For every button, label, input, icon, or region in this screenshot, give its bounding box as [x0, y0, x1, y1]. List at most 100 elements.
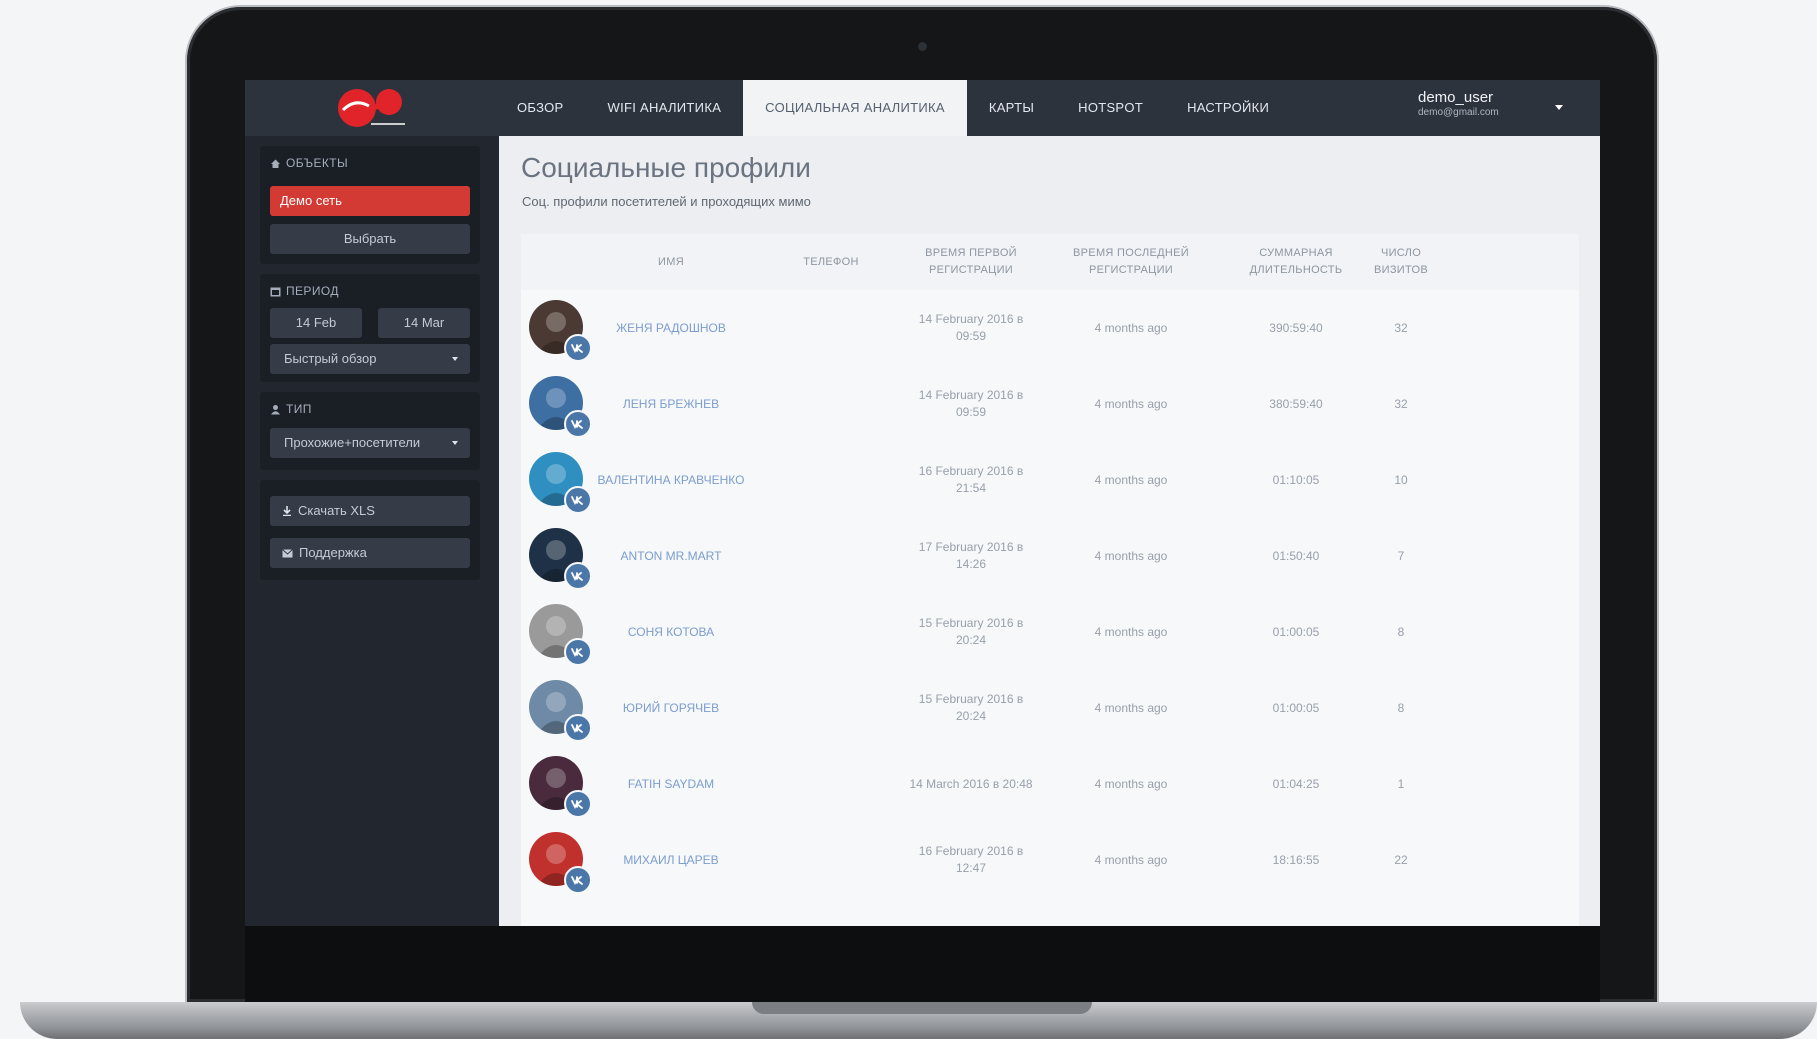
profile-name-link[interactable]: ЛЕНЯ БРЕЖНЕВ [591, 366, 751, 442]
header-visit-count[interactable]: ЧИСЛО ВИЗИТОВ [1351, 234, 1451, 290]
quick-view-label: Быстрый обзор [284, 351, 377, 366]
profile-name-link[interactable]: СОНЯ КОТОВА [591, 594, 751, 670]
quick-view-select[interactable]: Быстрый обзор [270, 344, 470, 374]
top-navbar: ОБЗОР WIFI АНАЛИТИКА СОЦИАЛЬНАЯ АНАЛИТИК… [245, 80, 1600, 136]
profile-visit-count: 32 [1394, 396, 1408, 411]
header-total-duration[interactable]: СУММАРНАЯ ДЛИТЕЛЬНОСТЬ [1221, 234, 1371, 290]
profile-name-link[interactable]: ВАЛЕНТИНА КРАВЧЕНКО [591, 442, 751, 518]
user-name: demo_user [1418, 89, 1494, 106]
profile-visit-count: 10 [1394, 472, 1408, 487]
mail-icon [282, 548, 293, 557]
vk-icon[interactable] [564, 638, 592, 666]
select-button[interactable]: Выбрать [270, 224, 470, 254]
table-row[interactable]: ЖЕНЯ РАДОШНОВ 14 February 2016 в 09:59 4 mo… [521, 290, 1579, 366]
profile-name-link[interactable]: ЮРИЙ ГОРЯЧЕВ [591, 670, 751, 746]
profile-first-registration: 14 February 2016 в 09:59 [918, 312, 1024, 343]
profile-name-link[interactable]: FATIH SAYDAM [591, 746, 751, 822]
objects-title: ОБЪЕКТЫ [286, 156, 349, 170]
profile-phone [771, 518, 891, 594]
profile-first-registration: 14 February 2016 в 09:59 [918, 388, 1024, 419]
profile-name-link[interactable]: ЖЕНЯ РАДОШНОВ [591, 290, 751, 366]
tab-wifi-analytics[interactable]: WIFI АНАЛИТИКА [586, 80, 744, 136]
header-last-registration[interactable]: ВРЕМЯ ПОСЛЕДНЕЙ РЕГИСТРАЦИИ [1056, 234, 1206, 290]
tab-overview[interactable]: ОБЗОР [495, 80, 586, 136]
profile-total-duration: 01:04:25 [1272, 776, 1320, 791]
profile-total-duration: 380:59:40 [1269, 396, 1323, 411]
profile-total-duration: 01:10:05 [1272, 472, 1320, 487]
profile-last-registration: 4 months ago [1094, 776, 1168, 791]
demo-network-button[interactable]: Демо сеть [270, 186, 470, 216]
table-row[interactable]: FATIH SAYDAM 14 March 2016 в 20:48 4 month… [521, 746, 1579, 822]
download-xls-label: Скачать XLS [298, 503, 375, 518]
table-header: ИМЯ ТЕЛЕФОН ВРЕМЯ ПЕРВОЙ РЕГИСТРАЦИИ ВРЕ… [521, 234, 1579, 290]
table-row[interactable]: ЮРИЙ ГОРЯЧЕВ 15 February 2016 в 20:24 4 mon… [521, 670, 1579, 746]
tab-hotspot[interactable]: HOTSPOT [1056, 80, 1165, 136]
profile-visit-count: 7 [1397, 548, 1405, 563]
type-panel: ТИП Прохожие+посетители [260, 392, 480, 470]
profile-visit-count: 1 [1397, 776, 1405, 791]
calendar-icon [270, 287, 281, 296]
main-content: Социальные профили Соц. профили посетите… [499, 136, 1600, 926]
table-row[interactable]: СОНЯ КОТОВА 15 February 2016 в 20:24 4 mont… [521, 594, 1579, 670]
period-panel: ПЕРИОД 14 Feb 14 Mar Быстрый обзор [260, 274, 480, 382]
vk-icon[interactable] [564, 486, 592, 514]
page-subtitle: Соц. профили посетителей и проходящих ми… [522, 194, 811, 209]
camera-dot [918, 42, 927, 51]
type-select[interactable]: Прохожие+посетители [270, 428, 470, 458]
profile-name-link[interactable]: ANTON MR.MART [591, 518, 751, 594]
profile-total-duration: 390:59:40 [1269, 320, 1323, 335]
period-to-input[interactable]: 14 Mar [378, 308, 470, 338]
profile-phone [771, 442, 891, 518]
virgin-connect-logo[interactable] [325, 84, 425, 132]
dropdown-arrow-icon [452, 441, 458, 445]
sidebar: ОБЪЕКТЫ Демо сеть Выбрать ПЕРИОД 14 Feb … [245, 136, 499, 926]
profile-first-registration: 15 February 2016 в 20:24 [918, 616, 1024, 647]
table-row[interactable]: ВАЛЕНТИНА КРАВЧЕНКО 16 February 2016 в 21:… [521, 442, 1579, 518]
profile-phone [771, 290, 891, 366]
header-phone[interactable]: ТЕЛЕФОН [771, 234, 891, 290]
tab-social-analytics[interactable]: СОЦИАЛЬНАЯ АНАЛИТИКА [743, 80, 967, 136]
profile-last-registration: 4 months ago [1094, 548, 1168, 563]
profile-phone [771, 366, 891, 442]
profile-name-link[interactable]: МИХАИЛ ЦАРЕВ [591, 822, 751, 898]
period-title: ПЕРИОД [286, 284, 339, 298]
home-icon [271, 159, 280, 168]
support-button[interactable]: Поддержка [270, 538, 470, 568]
profile-last-registration: 4 months ago [1094, 396, 1168, 411]
profile-last-registration: 4 months ago [1094, 320, 1168, 335]
download-xls-button[interactable]: Скачать XLS [270, 496, 470, 526]
vk-icon[interactable] [564, 714, 592, 742]
table-row[interactable]: ANTON MR.MART 17 February 2016 в 14:26 4 mo… [521, 518, 1579, 594]
vk-icon[interactable] [564, 562, 592, 590]
header-name[interactable]: ИМЯ [611, 234, 731, 290]
vk-icon[interactable] [564, 334, 592, 362]
download-icon [283, 506, 291, 516]
profile-phone [771, 670, 891, 746]
user-icon [271, 404, 280, 414]
period-from-input[interactable]: 14 Feb [270, 308, 362, 338]
tab-settings[interactable]: НАСТРОЙКИ [1165, 80, 1291, 136]
vk-icon[interactable] [564, 790, 592, 818]
profile-last-registration: 4 months ago [1094, 700, 1168, 715]
vk-icon[interactable] [564, 866, 592, 894]
header-first-registration[interactable]: ВРЕМЯ ПЕРВОЙ РЕГИСТРАЦИИ [901, 234, 1041, 290]
profile-phone [771, 746, 891, 822]
profile-first-registration: 14 March 2016 в 20:48 [909, 776, 1033, 791]
type-label: Прохожие+посетители [284, 435, 421, 450]
profile-visit-count: 8 [1397, 700, 1405, 715]
chevron-down-icon[interactable] [1555, 105, 1563, 110]
profile-visit-count: 8 [1397, 624, 1405, 639]
screen-bezel-bottom [245, 926, 1600, 1002]
profile-first-registration: 16 February 2016 в 21:54 [918, 464, 1024, 495]
table-row[interactable]: ЛЕНЯ БРЕЖНЕВ 14 February 2016 в 09:59 4 mon… [521, 366, 1579, 442]
app-screen: ОБЗОР WIFI АНАЛИТИКА СОЦИАЛЬНАЯ АНАЛИТИК… [245, 80, 1600, 926]
tab-maps[interactable]: КАРТЫ [967, 80, 1056, 136]
profile-total-duration: 01:50:40 [1272, 548, 1320, 563]
profile-phone [771, 594, 891, 670]
profile-phone [771, 822, 891, 898]
profile-visit-count: 32 [1394, 320, 1408, 335]
vk-icon[interactable] [564, 410, 592, 438]
dropdown-arrow-icon [452, 357, 458, 361]
table-row[interactable]: МИХАИЛ ЦАРЕВ 16 February 2016 в 12:47 4 mon… [521, 822, 1579, 898]
profiles-table: ИМЯ ТЕЛЕФОН ВРЕМЯ ПЕРВОЙ РЕГИСТРАЦИИ ВРЕ… [521, 234, 1579, 926]
